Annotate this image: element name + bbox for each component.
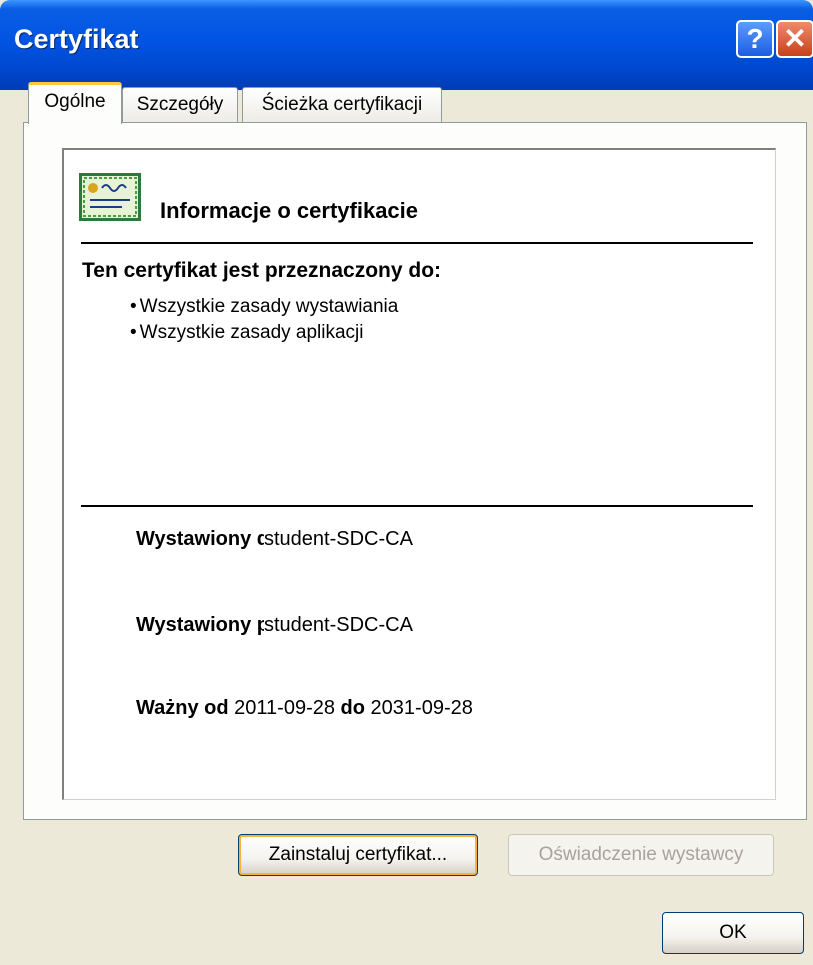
issued-to-label: Wystawiony dla: <box>136 528 264 550</box>
close-icon: ✕ <box>783 23 807 54</box>
purpose-heading: Ten certyfikat jest przeznaczony do: <box>82 259 442 282</box>
tab-certification-path[interactable]: Ścieżka certyfikacji <box>242 87 442 123</box>
tab-details[interactable]: Szczegóły <box>122 87 238 123</box>
tab-general[interactable]: Ogólne <box>28 82 122 124</box>
issued-to-row: Wystawiony dla:student-SDC-CA <box>136 528 413 551</box>
purpose-item: Wszystkie zasady aplikacji <box>130 320 398 346</box>
window-title: Certyfikat <box>14 24 139 54</box>
issued-to-value: student-SDC-CA <box>264 528 413 550</box>
info-title: Informacje o certyfikacie <box>160 198 419 223</box>
issued-by-label: Wystawiony przez: <box>136 614 264 636</box>
ok-button[interactable]: OK <box>662 912 804 954</box>
valid-from-label: Ważny od <box>136 697 229 719</box>
issued-by-value: student-SDC-CA <box>264 614 413 636</box>
purpose-item: Wszystkie zasady wystawiania <box>130 294 399 320</box>
divider-bottom <box>81 505 753 507</box>
valid-to-label: do <box>340 697 365 719</box>
issuer-statement-button: Oświadczenie wystawcy <box>508 834 774 876</box>
issued-by-row: Wystawiony przez:student-SDC-CA <box>136 614 413 637</box>
help-button[interactable]: ? <box>736 20 774 58</box>
valid-from-value: 2011-09-28 <box>234 697 335 719</box>
close-button[interactable]: ✕ <box>776 20 813 58</box>
install-certificate-button[interactable]: Zainstaluj certyfikat... <box>238 834 478 876</box>
help-icon: ? <box>746 23 764 54</box>
title-bar: Certyfikat ? ✕ <box>0 0 813 90</box>
valid-to-value: 2031-09-28 <box>370 697 473 719</box>
validity-row: Ważny od 2011-09-28 do 2031-09-28 <box>136 697 473 720</box>
purpose-list: Wszystkie zasady wystawiania Wszystkie z… <box>130 294 399 346</box>
divider-top <box>81 242 753 244</box>
certificate-icon <box>79 173 141 221</box>
